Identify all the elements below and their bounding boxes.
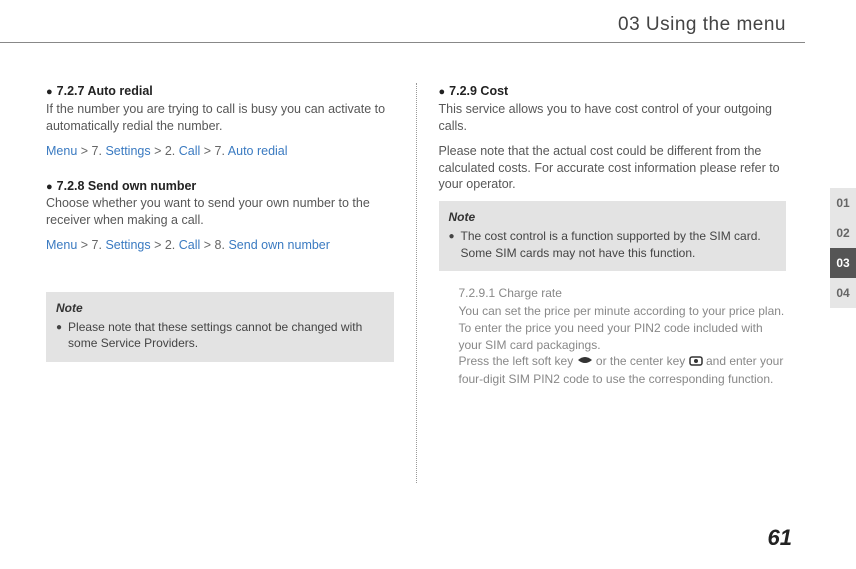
note-text: The cost control is a function supported… xyxy=(461,228,776,260)
tab-03[interactable]: 03 xyxy=(830,248,856,278)
crumb-menu: Menu xyxy=(46,144,77,158)
crumb-menu: Menu xyxy=(46,238,77,252)
tab-04[interactable]: 04 xyxy=(830,278,856,308)
tab-02[interactable]: 02 xyxy=(830,218,856,248)
subsection-7-2-9-1-title: 7.2.9.1 Charge rate xyxy=(439,285,787,301)
crumb-settings: Settings xyxy=(105,238,150,252)
subsection-body: You can set the price per minute accordi… xyxy=(439,303,787,353)
note-text: Please note that these settings cannot b… xyxy=(68,319,383,351)
section-7-2-9-body1: This service allows you to have cost con… xyxy=(439,101,787,135)
section-7-2-7-body: If the number you are trying to call is … xyxy=(46,101,394,135)
bullet-icon: ● xyxy=(46,86,53,98)
chapter-header: 03 Using the menu xyxy=(0,0,856,42)
section-7-2-9-body2: Please note that the actual cost could b… xyxy=(439,143,787,194)
note-box: Note ● Please note that these settings c… xyxy=(46,292,394,362)
column-left: ● 7.2.7 Auto redial If the number you are… xyxy=(46,83,416,483)
note-box: Note ● The cost control is a function su… xyxy=(439,201,787,271)
section-7-2-8-title: ● 7.2.8 Send own number xyxy=(46,178,394,195)
tab-01[interactable]: 01 xyxy=(830,188,856,218)
page-content: ● 7.2.7 Auto redial If the number you are… xyxy=(0,43,856,483)
section-7-2-7-title: ● 7.2.7 Auto redial xyxy=(46,83,394,100)
crumb-settings: Settings xyxy=(105,144,150,158)
note-header: Note xyxy=(449,209,777,225)
section-title-text: 7.2.9 Cost xyxy=(449,84,508,98)
breadcrumb: Menu > 7. Settings > 2. Call > 7. Auto r… xyxy=(46,143,394,160)
chapter-tabs: 01 02 03 04 xyxy=(830,188,856,308)
left-soft-key-icon xyxy=(577,354,593,371)
page-number: 61 xyxy=(768,525,792,551)
bullet-icon: ● xyxy=(56,321,62,351)
subsection-body-keys: Press the left soft key or the center ke… xyxy=(439,353,787,387)
crumb-auto-redial: Auto redial xyxy=(228,144,288,158)
column-right: ●7.2.9 Cost This service allows you to h… xyxy=(416,83,797,483)
breadcrumb: Menu > 7. Settings > 2. Call > 8. Send o… xyxy=(46,237,394,254)
section-7-2-9-title: ●7.2.9 Cost xyxy=(439,83,787,100)
section-title-text: 7.2.7 Auto redial xyxy=(57,84,153,98)
center-key-icon xyxy=(689,354,703,371)
crumb-send-own-number: Send own number xyxy=(228,238,329,252)
crumb-call: Call xyxy=(179,144,201,158)
bullet-icon: ● xyxy=(449,230,455,260)
bullet-icon: ● xyxy=(439,86,446,98)
section-title-text: 7.2.8 Send own number xyxy=(57,179,197,193)
bullet-icon: ● xyxy=(46,181,53,193)
crumb-call: Call xyxy=(179,238,201,252)
note-header: Note xyxy=(56,300,384,316)
section-7-2-8-body: Choose whether you want to send your own… xyxy=(46,195,394,229)
